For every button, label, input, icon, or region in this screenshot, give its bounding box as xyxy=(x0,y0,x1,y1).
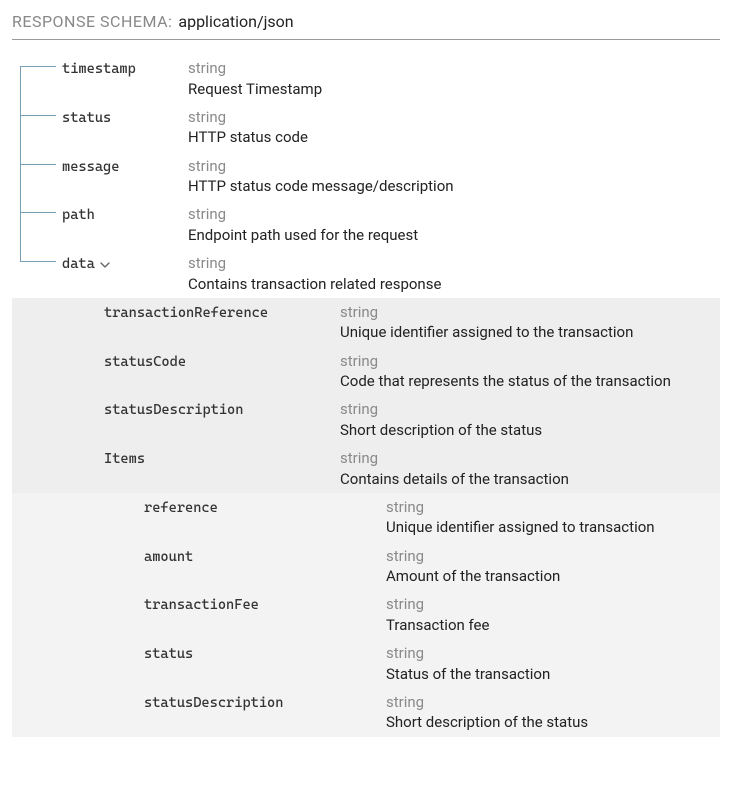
field-name: reference xyxy=(144,498,386,516)
field-reference: reference string Unique identifier assig… xyxy=(12,493,720,542)
field-name: statusDescription xyxy=(104,400,340,418)
field-desc: Contains transaction related response xyxy=(188,274,720,294)
field-transaction-reference: transactionReference string Unique ident… xyxy=(12,298,720,347)
field-status-lvl3: status string Status of the transaction xyxy=(12,639,720,688)
field-desc: Status of the transaction xyxy=(386,664,720,684)
field-desc: Contains details of the transaction xyxy=(340,469,720,489)
field-type: string xyxy=(386,547,720,567)
field-name: data xyxy=(62,254,188,272)
field-name: timestamp xyxy=(62,59,188,77)
schema-header-value: application/json xyxy=(178,12,293,31)
field-type: string xyxy=(386,498,720,518)
field-status-description-lvl3: statusDescription string Short descripti… xyxy=(12,688,720,737)
field-type: string xyxy=(340,449,720,469)
field-desc: Unique identifier assigned to the transa… xyxy=(340,322,720,342)
field-status: status string HTTP status code xyxy=(12,103,720,152)
field-name: amount xyxy=(144,547,386,565)
field-desc: Short description of the status xyxy=(386,712,720,732)
field-type: string xyxy=(340,400,720,420)
field-name: transactionReference xyxy=(104,303,340,321)
field-name: transactionFee xyxy=(144,595,386,613)
schema-header-label: RESPONSE SCHEMA: xyxy=(12,12,172,31)
field-type: string xyxy=(386,595,720,615)
field-desc: Transaction fee xyxy=(386,615,720,635)
schema-header: RESPONSE SCHEMA: application/json xyxy=(12,8,720,40)
field-name: path xyxy=(62,205,188,223)
field-desc: Short description of the status xyxy=(340,420,720,440)
field-type: string xyxy=(386,693,720,713)
field-name: statusDescription xyxy=(144,693,386,711)
field-timestamp: timestamp string Request Timestamp xyxy=(12,54,720,103)
field-status-code: statusCode string Code that represents t… xyxy=(12,347,720,396)
field-name: status xyxy=(144,644,386,662)
field-desc: HTTP status code message/description xyxy=(188,176,720,196)
field-type: string xyxy=(188,205,720,225)
field-message: message string HTTP status code message/… xyxy=(12,152,720,201)
field-name: message xyxy=(62,157,188,175)
field-type: string xyxy=(188,157,720,177)
schema-tree: timestamp string Request Timestamp statu… xyxy=(12,54,720,737)
field-name-label: data xyxy=(62,256,95,272)
field-type: string xyxy=(386,644,720,664)
field-type: string xyxy=(188,108,720,128)
field-desc: Amount of the transaction xyxy=(386,566,720,586)
field-type: string xyxy=(188,59,720,79)
field-items: Items string Contains details of the tra… xyxy=(12,444,720,493)
field-data[interactable]: data string Contains transaction related… xyxy=(12,249,720,298)
field-desc: Request Timestamp xyxy=(188,79,720,99)
field-name: Items xyxy=(104,449,340,467)
chevron-down-icon[interactable] xyxy=(99,259,111,271)
field-type: string xyxy=(340,352,720,372)
field-desc: Endpoint path used for the request xyxy=(188,225,720,245)
field-name: status xyxy=(62,108,188,126)
field-desc: Unique identifier assigned to transactio… xyxy=(386,517,720,537)
field-path: path string Endpoint path used for the r… xyxy=(12,200,720,249)
field-desc: Code that represents the status of the t… xyxy=(340,371,720,391)
field-type: string xyxy=(340,303,720,323)
field-amount: amount string Amount of the transaction xyxy=(12,542,720,591)
field-status-description: statusDescription string Short descripti… xyxy=(12,395,720,444)
field-transaction-fee: transactionFee string Transaction fee xyxy=(12,590,720,639)
field-desc: HTTP status code xyxy=(188,127,720,147)
field-type: string xyxy=(188,254,720,274)
field-name: statusCode xyxy=(104,352,340,370)
